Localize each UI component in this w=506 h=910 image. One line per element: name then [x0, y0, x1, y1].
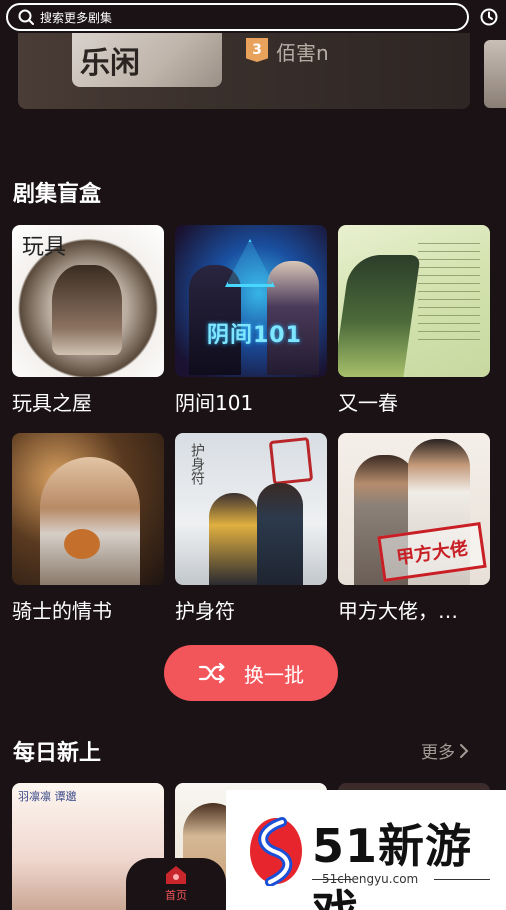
cover-art	[418, 243, 480, 343]
drama-title: 护身符	[175, 599, 235, 623]
banner-drama-name: 佰害n	[276, 41, 329, 65]
cover-art	[257, 483, 303, 585]
drama-title: 玩具之屋	[12, 391, 92, 415]
cover-art	[64, 529, 100, 559]
nav-tab-home[interactable]: 首页	[126, 858, 226, 910]
cover-art	[268, 437, 314, 485]
banner-cover: 乐闲	[72, 33, 222, 87]
banner-next-peek[interactable]	[484, 40, 506, 108]
drama-title: 骑士的情书	[12, 599, 112, 623]
watermark-brand: 51新游戏	[312, 819, 473, 910]
search-bar[interactable]: 搜索更多剧集	[6, 3, 469, 31]
drama-card[interactable]: 甲方大佬 甲方大佬，…	[338, 433, 490, 624]
search-icon	[18, 9, 34, 25]
chevron-right-icon	[460, 743, 469, 758]
cover-art	[209, 493, 259, 585]
watermark-url: 51chengyu.com	[322, 872, 419, 886]
cover-art	[52, 265, 122, 355]
cover-art	[40, 457, 140, 585]
divider	[434, 879, 490, 880]
drama-card[interactable]: 阴间101 阴间101	[175, 225, 327, 416]
shuffle-label: 换一批	[244, 662, 304, 687]
drama-cover: 护身符	[175, 433, 327, 585]
nav-tab-home-label: 首页	[165, 889, 187, 902]
drama-card[interactable]: 护身符 护身符	[175, 433, 327, 624]
section-title-daily-new: 每日新上	[13, 741, 102, 766]
search-placeholder: 搜索更多剧集	[40, 10, 113, 25]
drama-cover: 甲方大佬	[338, 433, 490, 585]
cover-art	[225, 239, 275, 287]
rank-badge: 3	[246, 38, 268, 62]
section-title-blind-box: 剧集盲盒	[13, 182, 102, 207]
drama-cover	[338, 225, 490, 377]
more-link[interactable]: 更多	[421, 738, 469, 763]
drama-card[interactable]: 玩具 玩具之屋	[12, 225, 164, 416]
drama-title: 又一春	[338, 391, 398, 415]
top-banner[interactable]: 乐闲 3 佰害n	[18, 33, 470, 109]
cover-text: 阴间101	[207, 323, 302, 348]
drama-title: 阴间101	[175, 391, 254, 415]
watermark: 51新游戏 51chengyu.com	[226, 790, 506, 910]
cover-text: 护身符	[189, 443, 205, 485]
drama-card[interactable]: 骑士的情书	[12, 433, 164, 624]
cover-art	[338, 255, 421, 377]
shuffle-button[interactable]: 换一批	[164, 645, 338, 701]
shuffle-icon	[198, 662, 225, 684]
home-icon	[166, 866, 186, 884]
brand-logo-icon	[250, 817, 302, 886]
cover-text: 羽凛凛 谭邈	[18, 790, 77, 803]
history-icon[interactable]	[480, 8, 498, 26]
cover-text: 玩具	[22, 235, 67, 260]
drama-cover: 玩具	[12, 225, 164, 377]
drama-card[interactable]: 又一春	[338, 225, 490, 416]
drama-cover: 阴间101	[175, 225, 327, 377]
drama-title: 甲方大佬，…	[338, 599, 458, 623]
drama-cover	[12, 433, 164, 585]
more-label: 更多	[421, 743, 455, 763]
